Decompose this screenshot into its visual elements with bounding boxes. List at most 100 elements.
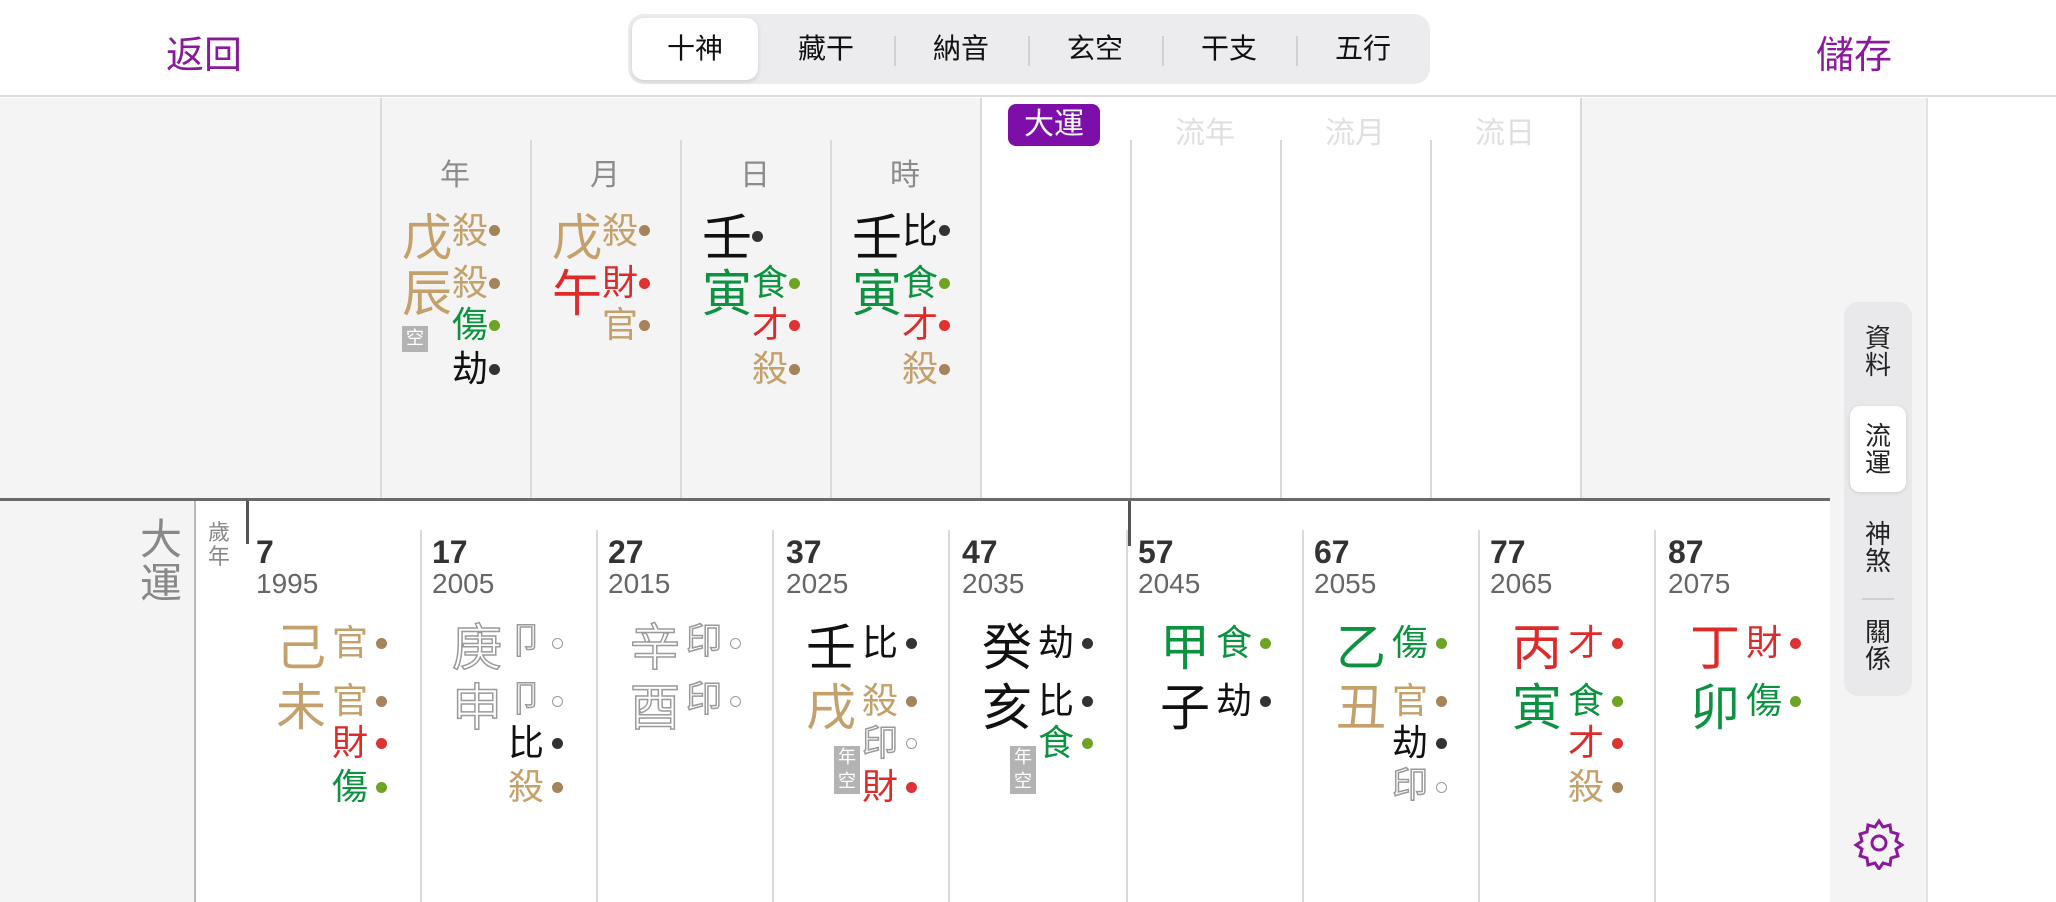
element-dot (376, 738, 387, 749)
header-hour: 時 (890, 158, 920, 193)
ten-god-label: 劫 (1216, 681, 1253, 722)
element-dot (906, 638, 917, 649)
segment-divider (1028, 36, 1030, 66)
ten-god-label: 殺 (602, 211, 639, 252)
dayun-stem: 辛 (629, 619, 681, 677)
tab-liuri[interactable]: 流日 (1430, 108, 1580, 152)
dayun-year: 2035 (962, 568, 1025, 599)
tab-canggan[interactable]: 藏干 (763, 18, 889, 80)
tab-wuxing[interactable]: 五行 (1300, 18, 1426, 80)
ten-god-label: 官 (332, 623, 369, 664)
tab-liunian[interactable]: 流年 (1130, 108, 1280, 152)
element-dot (552, 782, 563, 793)
back-button[interactable]: 返回 (166, 24, 242, 79)
element-dot (639, 320, 650, 331)
dayun-age: 27 (608, 534, 644, 570)
dayun-year: 2025 (786, 568, 849, 599)
dayun-stem: 庚 (451, 619, 503, 677)
ten-god-label: 食 (1038, 723, 1075, 764)
side-tab-info[interactable]: 資料 (1850, 308, 1906, 394)
element-dot (789, 278, 800, 289)
ten-god-label: 才 (1568, 623, 1605, 664)
side-tab-label: 關係 (1864, 618, 1891, 675)
segment-divider (1862, 598, 1894, 600)
column-divider (1430, 140, 1432, 498)
column-divider (1280, 140, 1282, 498)
dayun-stem: 甲 (1160, 619, 1210, 677)
dayun-branch: 卯 (1690, 679, 1740, 737)
column-divider (194, 498, 196, 902)
ten-god-label: 比 (862, 623, 899, 664)
side-tab-label: 流運 (1864, 422, 1891, 479)
gear-icon[interactable] (1852, 816, 1906, 870)
ten-god-label: 殺 (902, 349, 939, 390)
ten-god-label: 食 (1568, 681, 1605, 722)
dayun-age: 67 (1314, 534, 1350, 570)
dayun-age: 7 (256, 534, 274, 570)
tab-xuankong[interactable]: 玄空 (1032, 18, 1158, 80)
year-stem: 戊 (402, 209, 452, 267)
ten-god-label: 食 (1216, 623, 1253, 664)
column-divider (1478, 530, 1480, 902)
ten-god-label: 才 (902, 305, 939, 346)
dayun-label: 大運 (139, 515, 182, 608)
column-divider (1130, 140, 1132, 498)
dayun-timeline[interactable]: 大運 歲年 7 1995 17 2005 27 2015 37 2025 47 … (0, 498, 1830, 902)
dayun-age: 87 (1668, 534, 1704, 570)
element-dot (639, 278, 650, 289)
month-branch: 午 (552, 265, 602, 323)
header-day: 日 (740, 158, 770, 193)
save-button[interactable]: 儲存 (1816, 24, 1892, 79)
dayun-year: 2005 (432, 568, 495, 599)
ten-god-label: 殺 (452, 263, 489, 304)
current-period-marker (1128, 498, 1131, 546)
year-empty-tag: 年空 (1010, 746, 1036, 794)
element-dot (376, 638, 387, 649)
element-dot (1612, 782, 1623, 793)
ten-god-label: 殺 (452, 211, 489, 252)
ten-god-label: 比 (508, 723, 545, 764)
view-mode-segmented-control: 十神 藏干 納音 玄空 干支 五行 (628, 14, 1430, 84)
ten-god-label: 比 (902, 211, 939, 252)
tab-shishen[interactable]: 十神 (632, 18, 758, 80)
element-dot (1612, 738, 1623, 749)
ten-god-label: 比 (1038, 681, 1075, 722)
dayun-branch: 寅 (1512, 679, 1562, 737)
element-dot (939, 278, 950, 289)
dayun-branch: 申 (451, 679, 503, 737)
dayun-stem: 丁 (1690, 619, 1740, 677)
tab-dayun[interactable]: 大運 (1008, 104, 1100, 146)
ten-god-label: 印 (685, 621, 723, 663)
column-divider (596, 530, 598, 902)
element-dot (1612, 696, 1623, 707)
ten-god-label: 傷 (1392, 623, 1429, 664)
element-dot (489, 225, 500, 236)
side-tab-shensha[interactable]: 神煞 (1850, 504, 1906, 590)
element-dot (1436, 638, 1447, 649)
tab-liuyue[interactable]: 流月 (1280, 108, 1430, 152)
ten-god-label: 殺 (508, 767, 545, 808)
dayun-stem: 丙 (1512, 619, 1562, 677)
dayun-age: 17 (432, 534, 468, 570)
header-year: 年 (440, 158, 470, 193)
side-tab-flow[interactable]: 流運 (1850, 406, 1906, 492)
side-tab-relations[interactable]: 關係 (1850, 602, 1906, 688)
side-segmented-control: 資料 流運 神煞 關係 (1844, 302, 1912, 696)
column-divider (1580, 98, 1582, 498)
tab-ganzhi[interactable]: 干支 (1166, 18, 1292, 80)
element-dot (730, 696, 741, 707)
ten-god-label: 財 (332, 723, 369, 764)
element-dot (1790, 696, 1801, 707)
element-dot (376, 696, 387, 707)
column-divider (420, 530, 422, 902)
tab-nayin[interactable]: 納音 (898, 18, 1024, 80)
element-dot (1082, 738, 1093, 749)
empty-tag: 空 (402, 326, 428, 352)
element-dot (376, 782, 387, 793)
ten-god-label: 傷 (1746, 681, 1783, 722)
header-month: 月 (590, 158, 620, 193)
element-dot (552, 696, 563, 707)
day-branch: 寅 (702, 265, 752, 323)
ten-god-label: 劫 (452, 349, 489, 390)
element-dot (1082, 638, 1093, 649)
